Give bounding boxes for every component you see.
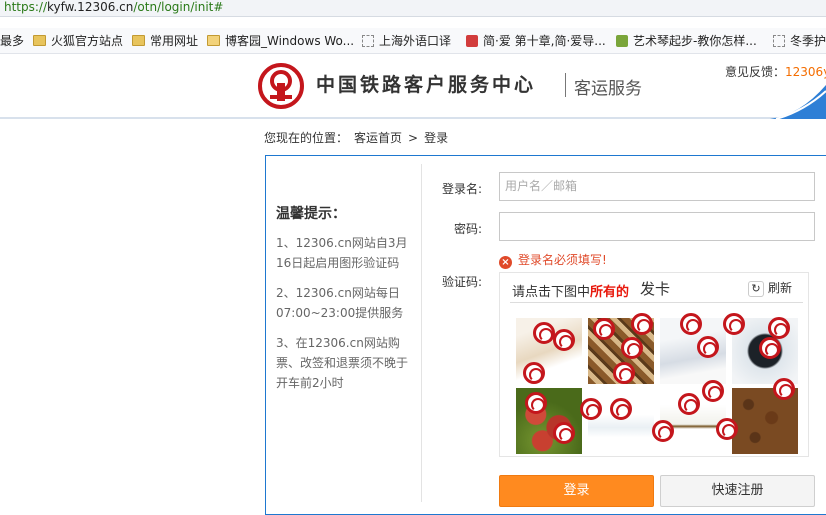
tip-item: 3、在12306.cn网站购票、改签和退票须不晚于开车前2小时: [276, 336, 409, 390]
12306-watermark-icon: [773, 378, 795, 400]
bookmark-shanghai-interp[interactable]: 上海外语口译: [362, 33, 451, 49]
title-divider: [565, 73, 566, 97]
rss-folder-icon: [207, 35, 220, 46]
tip-item: 2、12306.cn网站每日07:00~23:00提供服务: [276, 286, 404, 320]
site-subtitle: 客运服务: [574, 79, 642, 99]
railway-logo-icon: [258, 63, 304, 109]
12306-watermark-icon: [523, 362, 545, 384]
12306-watermark-icon: [697, 336, 719, 358]
refresh-icon: ↻: [748, 281, 764, 297]
login-button[interactable]: 登录: [499, 475, 654, 507]
12306-watermark-icon: [525, 392, 547, 414]
12306-watermark-icon: [678, 393, 700, 415]
12306-watermark-icon: [593, 318, 615, 340]
password-input[interactable]: [499, 212, 815, 241]
captcha-refresh-button[interactable]: ↻ 刷新: [748, 279, 792, 297]
site-header: 中国铁路客户服务中心 客运服务 意见反馈：12306y: [0, 55, 826, 119]
captcha-label: 验证码:: [441, 275, 482, 289]
url-text[interactable]: https://kyfw.12306.cn/otn/login/init#: [4, 0, 223, 15]
error-message: × 登录名必须填写!: [499, 251, 607, 269]
page-icon: [773, 35, 785, 47]
captcha-prompt: 请点击下图中所有的: [512, 285, 630, 300]
bookmark-winter[interactable]: 冬季护: [773, 33, 826, 49]
page-icon: [362, 35, 374, 47]
address-bar[interactable]: https://kyfw.12306.cn/otn/login/init#: [0, 0, 826, 17]
tip-item: 1、12306.cn网站自3月16日起启用图形验证码: [276, 236, 408, 270]
error-icon: ×: [499, 256, 512, 269]
tips-title: 温馨提示：: [276, 206, 346, 222]
breadcrumb-separator: >: [408, 131, 419, 145]
feedback-link[interactable]: 12306y: [785, 65, 826, 79]
url-scheme: https://: [4, 0, 48, 14]
bookmark-piano[interactable]: 艺术琴起步-教你怎样...: [616, 33, 757, 49]
12306-watermark-icon: [680, 313, 702, 335]
bookmark-jane-eyre[interactable]: 简·爱 第十章,简·爱导...: [466, 33, 606, 49]
url-path: /otn/login/init#: [133, 0, 224, 14]
username-input[interactable]: 用户名／邮箱: [499, 172, 815, 201]
12306-watermark-icon: [716, 418, 738, 440]
site-icon: [466, 35, 478, 47]
header-swoosh-decoration: [770, 85, 826, 119]
feedback: 意见反馈：12306y: [725, 63, 826, 80]
12306-watermark-icon: [533, 322, 555, 344]
12306-watermark-icon: [610, 398, 632, 420]
bookmark-most[interactable]: 最多: [0, 33, 24, 49]
folder-icon: [132, 35, 145, 46]
12306-watermark-icon: [702, 380, 724, 402]
url-host: kyfw.12306.cn: [47, 0, 134, 14]
12306-watermark-icon: [768, 317, 790, 339]
12306-watermark-icon: [631, 313, 653, 335]
quick-register-button[interactable]: 快速注册: [660, 475, 815, 507]
breadcrumb-home-link[interactable]: 客运首页: [354, 131, 402, 145]
site-title: 中国铁路客户服务中心: [316, 74, 537, 96]
feedback-label: 意见反馈：: [725, 65, 786, 79]
12306-watermark-icon: [723, 313, 745, 335]
bookmarks-toolbar: 最多 火狐官方站点 常用网址 博客园_Windows Wo... 上海外语口译 …: [0, 28, 826, 54]
folder-icon: [33, 35, 46, 46]
12306-watermark-icon: [621, 337, 643, 359]
captcha-divider: [510, 302, 803, 303]
12306-watermark-icon: [613, 362, 635, 384]
12306-watermark-icon: [580, 398, 602, 420]
bookmark-common-urls[interactable]: 常用网址: [132, 33, 198, 49]
breadcrumb-current: 登录: [424, 131, 449, 145]
12306-watermark-icon: [553, 329, 575, 351]
breadcrumb: 您现在的位置： 客运首页 > 登录: [264, 129, 454, 146]
breadcrumb-prefix: 您现在的位置：: [264, 131, 349, 145]
12306-watermark-icon: [759, 337, 781, 359]
password-label: 密码:: [453, 222, 482, 236]
site-icon: [616, 35, 628, 47]
12306-watermark-icon: [553, 422, 575, 444]
username-label: 登录名:: [441, 182, 482, 196]
12306-watermark-icon: [652, 420, 674, 442]
bookmark-cnblogs[interactable]: 博客园_Windows Wo...: [207, 33, 354, 49]
bookmark-firefox-site[interactable]: 火狐官方站点: [33, 33, 123, 49]
captcha-target-word: 发卡: [640, 280, 671, 298]
